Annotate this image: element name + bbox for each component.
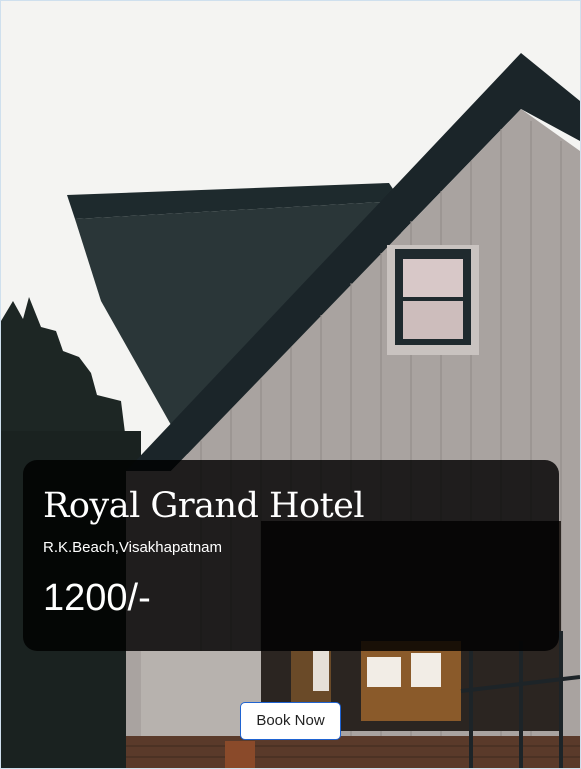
hotel-price: 1200/-: [43, 577, 151, 619]
hotel-photo: [1, 1, 580, 768]
hotel-name: Royal Grand Hotel: [43, 486, 365, 526]
book-now-button[interactable]: Book Now: [240, 702, 341, 740]
hotel-location: R.K.Beach,Visakhapatnam: [43, 539, 222, 556]
hotel-card: Royal Grand Hotel R.K.Beach,Visakhapatna…: [0, 0, 581, 769]
hotel-info-panel: Royal Grand Hotel R.K.Beach,Visakhapatna…: [23, 460, 559, 651]
